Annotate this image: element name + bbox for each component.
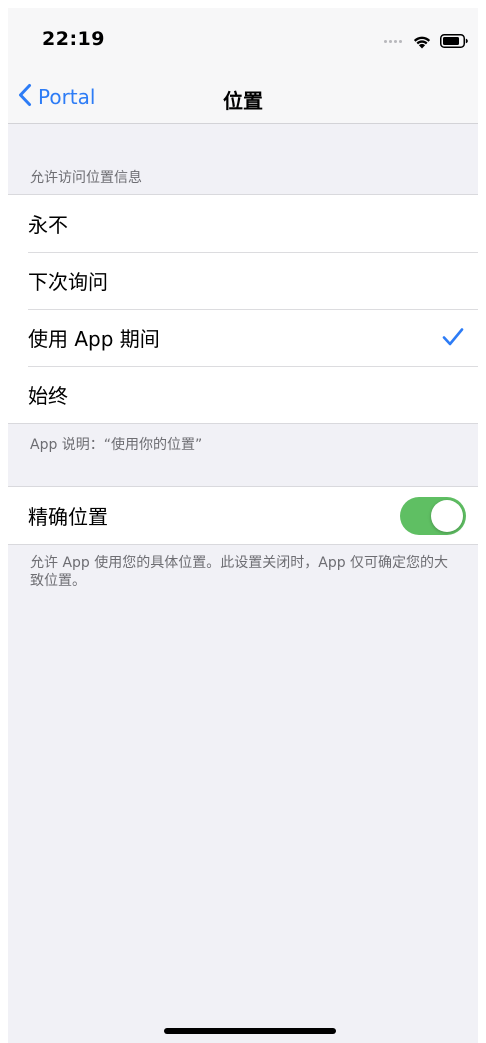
option-while-using-app[interactable]: 使用 App 期间 — [8, 309, 478, 366]
settings-screen: 22:19 Portal 位置 允许访问位置信息 永不 下次询问 使用 App … — [8, 8, 478, 1043]
option-ask-next-time[interactable]: 下次询问 — [8, 252, 478, 309]
signal-dots-icon — [384, 39, 402, 43]
precise-location-toggle[interactable] — [400, 497, 466, 535]
option-always[interactable]: 始终 — [8, 366, 478, 423]
status-icons — [384, 32, 468, 50]
precise-location-row: 精确位置 — [8, 487, 478, 544]
option-never[interactable]: 永不 — [8, 195, 478, 252]
home-indicator — [164, 1028, 336, 1034]
precise-location-group: 精确位置 — [8, 486, 478, 545]
option-label: 始终 — [28, 384, 68, 408]
toggle-knob — [431, 500, 463, 532]
navigation-bar: Portal 位置 — [8, 72, 478, 124]
precise-location-description: 允许 App 使用您的具体位置。此设置关闭时，App 仅可确定您的大致位置。 — [30, 555, 449, 589]
access-options-group: 永不 下次询问 使用 App 期间 始终 — [8, 194, 478, 424]
option-label: 下次询问 — [28, 270, 108, 294]
app-explanation: App 说明：“使用你的位置” — [30, 437, 203, 453]
option-label: 永不 — [28, 213, 68, 237]
page-title: 位置 — [223, 89, 263, 113]
battery-icon — [440, 34, 468, 48]
precise-location-label: 精确位置 — [28, 505, 108, 529]
wifi-icon — [412, 34, 432, 49]
checkmark-icon — [442, 327, 464, 352]
section-header-access: 允许访问位置信息 — [30, 170, 142, 186]
option-label: 使用 App 期间 — [28, 327, 160, 351]
status-bar: 22:19 — [8, 8, 478, 72]
status-time: 22:19 — [42, 28, 105, 50]
